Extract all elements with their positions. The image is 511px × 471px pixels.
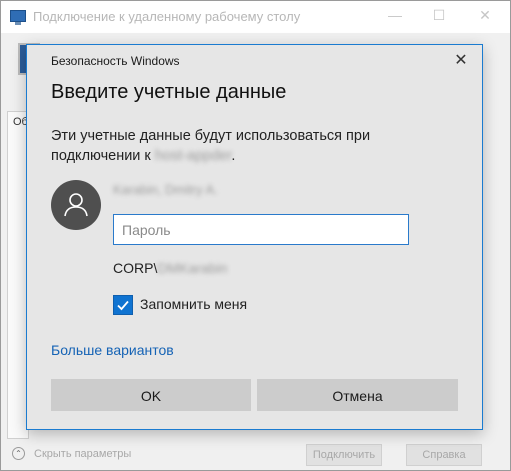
host-name: host-appder [154, 148, 232, 164]
close-icon[interactable]: ✕ [447, 48, 475, 74]
domain-user: DMKarabin [157, 260, 228, 276]
cancel-button[interactable]: Отмена [257, 379, 458, 411]
remember-me-checkbox[interactable] [113, 295, 133, 315]
window-close-button[interactable]: ✕ [475, 7, 495, 24]
credential-dialog: Безопасность Windows ✕ Введите учетные д… [26, 44, 483, 430]
password-field[interactable] [113, 214, 409, 245]
user-silhouette-icon [51, 180, 101, 230]
remote-desktop-icon [10, 10, 26, 25]
domain-prefix: CORP\ [113, 260, 158, 276]
chevron-up-icon[interactable]: ⌃ [12, 447, 25, 460]
description-end: . [231, 148, 236, 164]
help-button[interactable]: Справка [406, 444, 482, 466]
user-name: Karabin, Dmitry A. [113, 182, 218, 197]
more-options-link[interactable]: Больше вариантов [51, 342, 174, 358]
remember-me-label[interactable]: Запомнить меня [140, 296, 247, 312]
minimize-button[interactable]: — [385, 7, 405, 23]
checkmark-icon [117, 300, 129, 311]
window-title: Подключение к удаленному рабочему столу [33, 9, 301, 24]
connect-button[interactable]: Подключить [306, 444, 382, 466]
maximize-button[interactable]: ☐ [429, 7, 449, 24]
domain-account: CORP\DMKarabin [113, 260, 227, 276]
dialog-description: Эти учетные данные будут использоваться … [51, 126, 421, 166]
window-titlebar: Подключение к удаленному рабочему столу … [1, 1, 510, 33]
dialog-heading: Введите учетные данные [51, 81, 287, 103]
hide-options-link[interactable]: Скрыть параметры [34, 448, 131, 460]
ok-button[interactable]: OK [51, 379, 251, 411]
dialog-header: Безопасность Windows [51, 54, 180, 68]
